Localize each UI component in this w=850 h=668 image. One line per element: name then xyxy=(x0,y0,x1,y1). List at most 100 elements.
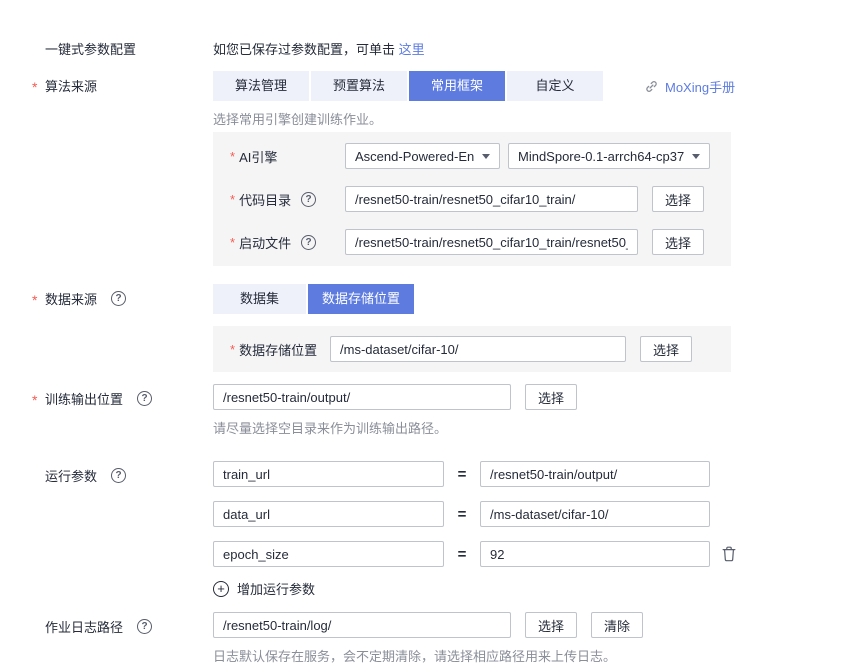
moxing-doc-link[interactable]: MoXing手册 xyxy=(645,77,735,96)
equals-sign: = xyxy=(456,506,468,523)
run-params-content: = = = xyxy=(213,461,820,598)
data-storage-label-col: 数据存储位置 xyxy=(230,340,330,359)
quick-config-text: 如您已保存过参数配置，可单击 xyxy=(213,42,395,57)
data-storage-select-button[interactable]: 选择 xyxy=(640,336,692,362)
job-log-content: 选择 清除 日志默认保存在服务，会不定期清除，请选择相应路径用来上传日志。 xyxy=(213,612,820,665)
param-name-input[interactable] xyxy=(213,501,444,527)
param-value-input[interactable] xyxy=(480,541,710,567)
train-output-row: 训练输出位置 选择 请尽量选择空目录来作为训练输出路径。 xyxy=(30,384,820,437)
algo-source-tabs-line: 算法管理 预置算法 常用框架 自定义 MoXing手册 xyxy=(213,71,820,101)
help-icon[interactable] xyxy=(137,619,152,634)
param-row: = xyxy=(213,501,820,527)
engine-version-value: MindSpore-0.1-arrch64-cp37 xyxy=(518,149,684,164)
quick-config-label: 一键式参数配置 xyxy=(45,39,136,58)
tab-algo-management[interactable]: 算法管理 xyxy=(213,71,309,101)
train-output-line: 选择 xyxy=(213,384,820,410)
create-training-job-form: 一键式参数配置 如您已保存过参数配置，可单击 这里 算法来源 算法管理 预置算法… xyxy=(0,0,850,668)
data-source-content: 数据集 数据存储位置 数据存储位置 选择 xyxy=(213,284,820,372)
plus-icon xyxy=(213,581,229,597)
data-source-label-col: 数据来源 xyxy=(30,284,213,308)
algo-source-content: 算法管理 预置算法 常用框架 自定义 MoXing手册 xyxy=(213,71,820,266)
quick-config-here-link[interactable]: 这里 xyxy=(399,42,425,57)
job-log-label: 作业日志路径 xyxy=(45,617,123,636)
train-output-hint: 请尽量选择空目录来作为训练输出路径。 xyxy=(213,418,820,437)
add-run-param-label: 增加运行参数 xyxy=(237,579,315,598)
run-params-label: 运行参数 xyxy=(45,466,97,485)
code-dir-label: 代码目录 xyxy=(239,190,291,209)
param-row: = xyxy=(213,461,820,487)
run-params-label-col: 运行参数 xyxy=(30,461,213,485)
boot-file-input[interactable] xyxy=(345,229,638,255)
param-value-input[interactable] xyxy=(480,461,710,487)
param-name-input[interactable] xyxy=(213,541,444,567)
train-output-content: 选择 请尽量选择空目录来作为训练输出路径。 xyxy=(213,384,820,437)
algo-source-row: 算法来源 算法管理 预置算法 常用框架 自定义 xyxy=(30,71,820,266)
train-output-input[interactable] xyxy=(213,384,511,410)
chevron-down-icon xyxy=(482,154,490,159)
tab-dataset[interactable]: 数据集 xyxy=(213,284,306,314)
tab-custom[interactable]: 自定义 xyxy=(507,71,603,101)
job-log-hint: 日志默认保存在服务，会不定期清除，请选择相应路径用来上传日志。 xyxy=(213,646,820,665)
train-output-select-button[interactable]: 选择 xyxy=(525,384,577,410)
algo-source-tabs: 算法管理 预置算法 常用框架 自定义 xyxy=(213,71,603,101)
tab-data-storage-location[interactable]: 数据存储位置 xyxy=(308,284,414,314)
job-log-row: 作业日志路径 选择 清除 日志默认保存在服务，会不定期清除，请选择相应路径用来上… xyxy=(30,612,820,665)
data-storage-row: 数据存储位置 选择 xyxy=(230,336,731,362)
run-params-row: 运行参数 = = = xyxy=(30,461,820,598)
delete-param-button[interactable] xyxy=(722,546,736,562)
moxing-doc-link-text: MoXing手册 xyxy=(665,77,735,96)
help-icon[interactable] xyxy=(301,192,316,207)
help-icon[interactable] xyxy=(137,391,152,406)
help-icon[interactable] xyxy=(111,291,126,306)
algo-source-label-col: 算法来源 xyxy=(30,71,213,95)
param-value-input[interactable] xyxy=(480,501,710,527)
required-asterisk xyxy=(230,235,235,250)
quick-config-label-col: 一键式参数配置 xyxy=(30,34,213,58)
tab-preset-algo[interactable]: 预置算法 xyxy=(311,71,407,101)
add-run-param-button[interactable]: 增加运行参数 xyxy=(213,579,315,598)
boot-file-label: 启动文件 xyxy=(239,233,291,252)
quick-config-row: 一键式参数配置 如您已保存过参数配置，可单击 这里 xyxy=(30,34,820,58)
param-name-input[interactable] xyxy=(213,461,444,487)
boot-file-row: 启动文件 选择 xyxy=(230,229,731,255)
required-asterisk xyxy=(230,149,235,164)
code-dir-input[interactable] xyxy=(345,186,638,212)
required-asterisk xyxy=(32,392,37,408)
engine-version-select[interactable]: MindSpore-0.1-arrch64-cp37 xyxy=(508,143,710,169)
common-framework-panel: AI引擎 Ascend-Powered-Engine MindSpore-0.1… xyxy=(213,132,731,266)
link-icon xyxy=(645,80,658,93)
ai-engine-select[interactable]: Ascend-Powered-Engine xyxy=(345,143,500,169)
data-storage-input[interactable] xyxy=(330,336,626,362)
data-storage-panel: 数据存储位置 选择 xyxy=(213,326,731,372)
boot-file-select-button[interactable]: 选择 xyxy=(652,229,704,255)
data-storage-label: 数据存储位置 xyxy=(239,340,317,359)
job-log-select-button[interactable]: 选择 xyxy=(525,612,577,638)
data-source-row: 数据来源 数据集 数据存储位置 数据存储位置 选择 xyxy=(30,284,820,372)
code-dir-select-button[interactable]: 选择 xyxy=(652,186,704,212)
boot-file-label-col: 启动文件 xyxy=(230,233,345,252)
required-asterisk xyxy=(230,192,235,207)
required-asterisk xyxy=(32,292,37,308)
tab-common-framework[interactable]: 常用框架 xyxy=(409,71,505,101)
ai-engine-value: Ascend-Powered-Engine xyxy=(355,149,474,164)
equals-sign: = xyxy=(456,546,468,563)
algo-source-label: 算法来源 xyxy=(45,76,97,95)
job-log-input[interactable] xyxy=(213,612,511,638)
train-output-label: 训练输出位置 xyxy=(45,389,123,408)
train-output-label-col: 训练输出位置 xyxy=(30,384,213,408)
help-icon[interactable] xyxy=(301,235,316,250)
help-icon[interactable] xyxy=(111,468,126,483)
quick-config-content: 如您已保存过参数配置，可单击 这里 xyxy=(213,34,820,58)
ai-engine-row: AI引擎 Ascend-Powered-Engine MindSpore-0.1… xyxy=(230,143,731,169)
code-dir-label-col: 代码目录 xyxy=(230,190,345,209)
param-row: = xyxy=(213,541,820,567)
data-source-label: 数据来源 xyxy=(45,289,97,308)
ai-engine-label-col: AI引擎 xyxy=(230,147,345,166)
job-log-clear-button[interactable]: 清除 xyxy=(591,612,643,638)
algo-source-hint: 选择常用引擎创建训练作业。 xyxy=(213,109,820,128)
equals-sign: = xyxy=(456,466,468,483)
job-log-label-col: 作业日志路径 xyxy=(30,612,213,636)
required-asterisk xyxy=(230,342,235,357)
code-dir-row: 代码目录 选择 xyxy=(230,186,731,212)
ai-engine-label: AI引擎 xyxy=(239,147,277,166)
